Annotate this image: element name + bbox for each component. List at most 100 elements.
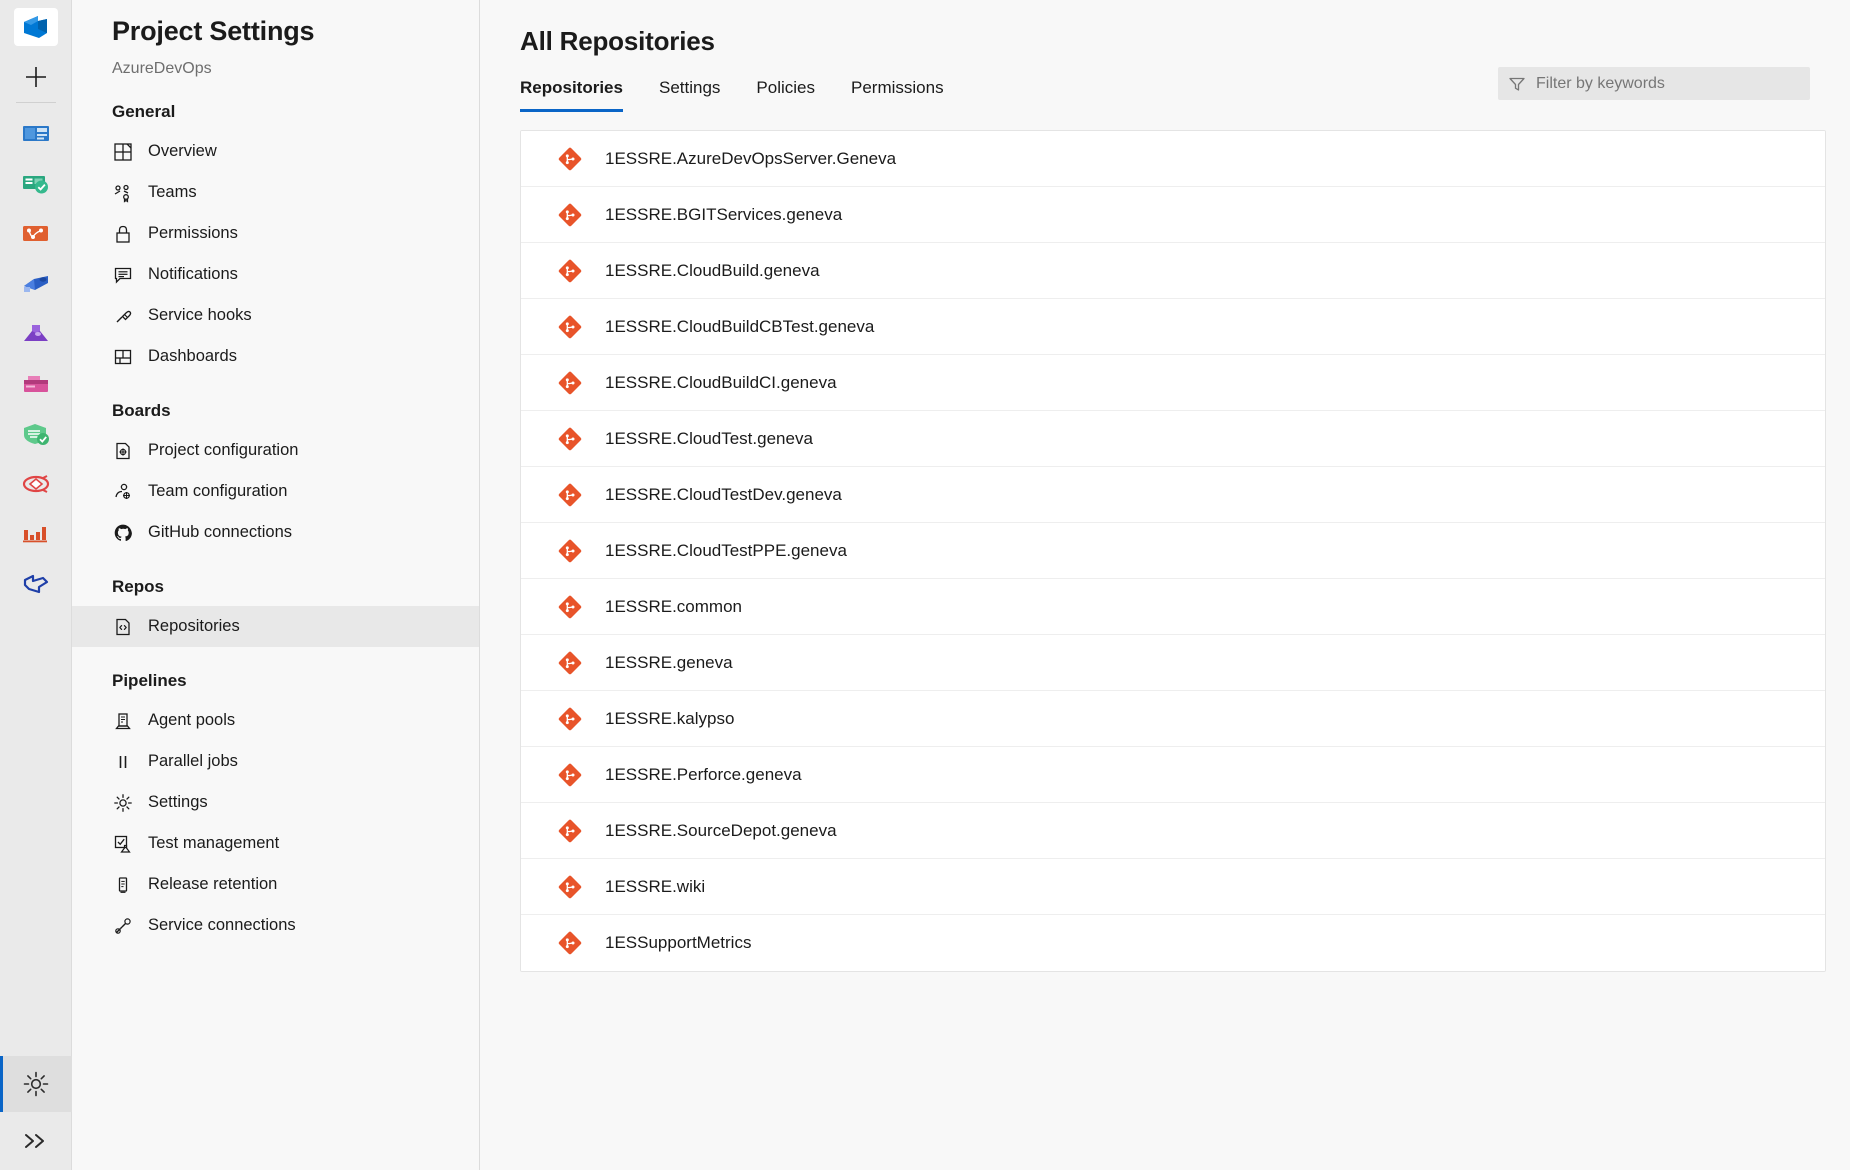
app-root: Project Settings AzureDevOps General Ove…	[0, 0, 1850, 1170]
git-repo-icon	[557, 650, 583, 676]
sidebar-item-label: Project configuration	[148, 441, 299, 459]
all-repositories-title: All Repositories	[520, 26, 715, 56]
table-row[interactable]: 1ESSRE.CloudBuildCBTest.geneva	[521, 299, 1825, 355]
tabs: Repositories Settings Policies Permissio…	[520, 78, 980, 112]
table-row[interactable]: 1ESSRE.common	[521, 579, 1825, 635]
table-row[interactable]: 1ESSRE.CloudBuildCI.geneva	[521, 355, 1825, 411]
table-row[interactable]: 1ESSRE.CloudTestPPE.geneva	[521, 523, 1825, 579]
sidebar-item-label: Repositories	[148, 617, 240, 635]
sidebar-item-project-configuration[interactable]: Project configuration	[72, 430, 479, 471]
table-row[interactable]: 1ESSRE.CloudTest.geneva	[521, 411, 1825, 467]
sidebar-item-label: Dashboards	[148, 347, 237, 365]
overview-icon	[112, 141, 134, 163]
table-row[interactable]: 1ESSRE.kalypso	[521, 691, 1825, 747]
sidebar-item-repositories[interactable]: Repositories	[72, 606, 479, 647]
table-row[interactable]: 1ESSRE.SourceDepot.geneva	[521, 803, 1825, 859]
tab-policies[interactable]: Policies	[756, 78, 815, 112]
rail-item-pipelines[interactable]	[11, 259, 61, 309]
release-retention-icon	[112, 874, 134, 896]
service-connections-icon	[112, 915, 134, 937]
git-repo-icon	[557, 258, 583, 284]
table-row[interactable]: 1ESSRE.CloudBuild.geneva	[521, 243, 1825, 299]
sidebar-item-label: Parallel jobs	[148, 752, 238, 770]
sidebar-item-team-configuration[interactable]: Team configuration	[72, 471, 479, 512]
sidebar-item-overview[interactable]: Overview	[72, 131, 479, 172]
sidebar-item-test-management[interactable]: Test management	[72, 823, 479, 864]
repository-name: 1ESSRE.BGITServices.geneva	[605, 204, 843, 224]
sidebar-group-repos: Repos	[112, 577, 164, 596]
rail-item-artifacts[interactable]	[11, 359, 61, 409]
sidebar-item-permissions[interactable]: Permissions	[72, 213, 479, 254]
create-new-button[interactable]	[14, 54, 58, 100]
sidebar-group-general-items: Overview Teams Permissions Notifications	[72, 131, 479, 377]
project-config-icon	[112, 440, 134, 462]
test-management-icon	[112, 833, 134, 855]
page-title: Project Settings	[112, 16, 315, 46]
filter-placeholder: Filter by keywords	[1536, 74, 1665, 92]
repository-list: 1ESSRE.AzureDevOpsServer.Geneva 1ESSRE.B…	[520, 130, 1826, 972]
sidebar-group-general: General	[112, 102, 176, 121]
git-repo-icon	[557, 930, 583, 956]
sidebar-item-parallel-jobs[interactable]: Parallel jobs	[72, 741, 479, 782]
sidebar-item-label: Settings	[148, 793, 208, 811]
chevron-double-right-icon[interactable]	[0, 1112, 72, 1170]
sidebar-item-agent-pools[interactable]: Agent pools	[72, 700, 479, 741]
sidebar-group-repos-items: Repositories	[72, 606, 479, 647]
rail-item-feedback[interactable]	[11, 459, 61, 509]
table-row[interactable]: 1ESSRE.wiki	[521, 859, 1825, 915]
repository-name: 1ESSRE.common	[605, 596, 742, 616]
sidebar-item-release-retention[interactable]: Release retention	[72, 864, 479, 905]
sidebar-item-dashboards[interactable]: Dashboards	[72, 336, 479, 377]
table-row[interactable]: 1ESSRE.geneva	[521, 635, 1825, 691]
repository-name: 1ESSRE.SourceDepot.geneva	[605, 820, 837, 840]
repository-name: 1ESSRE.AzureDevOpsServer.Geneva	[605, 148, 897, 168]
git-repo-icon	[557, 706, 583, 732]
rail-item-overview[interactable]	[11, 109, 61, 159]
sidebar-item-label: Permissions	[148, 224, 238, 242]
tab-repositories[interactable]: Repositories	[520, 78, 623, 112]
sidebar-item-teams[interactable]: Teams	[72, 172, 479, 213]
sidebar-item-label: Service connections	[148, 916, 296, 934]
repository-name: 1ESSRE.CloudBuild.geneva	[605, 260, 820, 280]
filter-input[interactable]: Filter by keywords	[1498, 67, 1810, 100]
sidebar-item-service-hooks[interactable]: Service hooks	[72, 295, 479, 336]
lock-icon	[112, 223, 134, 245]
table-row[interactable]: 1ESSRE.Perforce.geneva	[521, 747, 1825, 803]
rail-item-security[interactable]	[11, 409, 61, 459]
repository-name: 1ESSRE.CloudBuildCBTest.geneva	[605, 316, 875, 336]
rail-item-repos[interactable]	[11, 209, 61, 259]
rail-item-extensions[interactable]	[11, 559, 61, 609]
main-header: All Repositories Repositories Settings P…	[480, 0, 1850, 112]
git-repo-icon	[557, 538, 583, 564]
azure-devops-logo-icon[interactable]	[13, 8, 58, 46]
repository-name: 1ESSupportMetrics	[605, 933, 752, 952]
rail-item-test-plans[interactable]	[11, 309, 61, 359]
table-row[interactable]: 1ESSRE.BGITServices.geneva	[521, 187, 1825, 243]
repository-name: 1ESSRE.CloudTestPPE.geneva	[605, 540, 847, 560]
sidebar-item-settings[interactable]: Settings	[72, 782, 479, 823]
sidebar-item-github-connections[interactable]: GitHub connections	[72, 512, 479, 553]
sidebar-item-notifications[interactable]: Notifications	[72, 254, 479, 295]
repository-name: 1ESSRE.kalypso	[605, 708, 735, 728]
repository-name: 1ESSRE.CloudTestDev.geneva	[605, 484, 842, 504]
sidebar-item-service-connections[interactable]: Service connections	[72, 905, 479, 946]
git-repo-icon	[557, 146, 583, 172]
table-row[interactable]: 1ESSRE.AzureDevOpsServer.Geneva	[521, 131, 1825, 187]
teams-icon	[112, 182, 134, 204]
table-row[interactable]: 1ESSupportMetrics	[521, 915, 1825, 971]
rail-item-boards[interactable]	[11, 159, 61, 209]
repositories-icon	[112, 616, 134, 638]
sidebar-item-label: Overview	[148, 142, 217, 160]
sidebar-item-label: Service hooks	[148, 306, 252, 324]
sidebar-item-label: Teams	[148, 183, 197, 201]
service-hooks-icon	[112, 305, 134, 327]
tab-permissions[interactable]: Permissions	[851, 78, 944, 112]
tab-bar: Repositories Settings Policies Permissio…	[520, 67, 1850, 112]
rail-item-analytics[interactable]	[11, 509, 61, 559]
table-row[interactable]: 1ESSRE.CloudTestDev.geneva	[521, 467, 1825, 523]
rail-bottom-section	[0, 1056, 72, 1170]
repository-name: 1ESSRE.wiki	[605, 876, 706, 896]
filter-funnel-icon	[1508, 75, 1526, 93]
tab-settings[interactable]: Settings	[659, 78, 720, 112]
project-settings-gear-icon[interactable]	[0, 1056, 72, 1112]
